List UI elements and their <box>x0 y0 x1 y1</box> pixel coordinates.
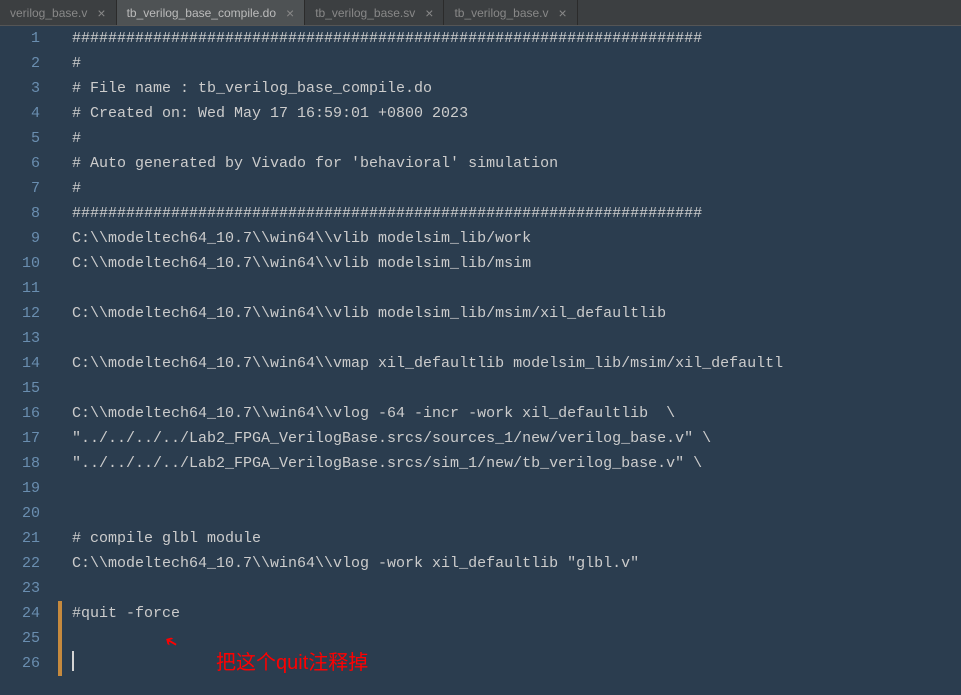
tab-compile-do[interactable]: tb_verilog_base_compile.do × <box>117 0 306 25</box>
line-number: 3 <box>0 76 40 101</box>
line-number: 8 <box>0 201 40 226</box>
close-icon[interactable]: × <box>425 5 433 21</box>
tab-label: tb_verilog_base.sv <box>315 6 415 20</box>
close-icon[interactable]: × <box>286 5 294 21</box>
code-line[interactable]: C:\\modeltech64_10.7\\win64\\vmap xil_de… <box>58 351 961 376</box>
code-line[interactable]: # Auto generated by Vivado for 'behavior… <box>58 151 961 176</box>
line-number: 20 <box>0 501 40 526</box>
tab-label: tb_verilog_base.v <box>454 6 548 20</box>
line-number: 13 <box>0 326 40 351</box>
code-line[interactable] <box>58 376 961 401</box>
line-number: 26 <box>0 651 40 676</box>
code-line[interactable]: "../../../../Lab2_FPGA_VerilogBase.srcs/… <box>58 451 961 476</box>
code-line[interactable]: # <box>58 126 961 151</box>
code-line[interactable]: C:\\modeltech64_10.7\\win64\\vlib models… <box>58 226 961 251</box>
close-icon[interactable]: × <box>97 5 105 21</box>
code-line[interactable]: C:\\modeltech64_10.7\\win64\\vlib models… <box>58 301 961 326</box>
code-line[interactable] <box>58 476 961 501</box>
code-line[interactable] <box>58 501 961 526</box>
close-icon[interactable]: × <box>559 5 567 21</box>
line-number: 24 <box>0 601 40 626</box>
line-number: 5 <box>0 126 40 151</box>
code-line[interactable]: ########################################… <box>58 201 961 226</box>
code-line[interactable]: #quit -force <box>58 601 961 626</box>
code-editor[interactable]: ########################################… <box>58 26 961 695</box>
line-number-gutter: 1 2 3 4 5 6 7 8 9 10 11 12 13 14 15 16 1… <box>0 26 58 695</box>
code-line[interactable]: "../../../../Lab2_FPGA_VerilogBase.srcs/… <box>58 426 961 451</box>
code-line[interactable]: # <box>58 176 961 201</box>
code-line[interactable]: # File name : tb_verilog_base_compile.do <box>58 76 961 101</box>
code-line[interactable] <box>58 626 961 651</box>
line-number: 14 <box>0 351 40 376</box>
code-line[interactable] <box>58 276 961 301</box>
line-number: 9 <box>0 226 40 251</box>
line-number: 25 <box>0 626 40 651</box>
code-line[interactable]: # Created on: Wed May 17 16:59:01 +0800 … <box>58 101 961 126</box>
code-line[interactable]: # <box>58 51 961 76</box>
modified-marker-icon <box>58 601 62 626</box>
line-number: 11 <box>0 276 40 301</box>
code-line[interactable]: # compile glbl module <box>58 526 961 551</box>
line-number: 16 <box>0 401 40 426</box>
code-line[interactable]: ########################################… <box>58 26 961 51</box>
code-line[interactable] <box>58 651 961 676</box>
line-number: 23 <box>0 576 40 601</box>
tab-label: verilog_base.v <box>10 6 87 20</box>
line-number: 10 <box>0 251 40 276</box>
tab-label: tb_verilog_base_compile.do <box>127 6 276 20</box>
line-number: 1 <box>0 26 40 51</box>
tab-verilog-base[interactable]: verilog_base.v × <box>0 0 117 25</box>
line-number: 4 <box>0 101 40 126</box>
line-number: 7 <box>0 176 40 201</box>
line-number: 15 <box>0 376 40 401</box>
line-number: 21 <box>0 526 40 551</box>
line-number: 18 <box>0 451 40 476</box>
line-number: 6 <box>0 151 40 176</box>
modified-marker-icon <box>58 626 62 651</box>
code-line[interactable] <box>58 576 961 601</box>
line-number: 2 <box>0 51 40 76</box>
tab-tb-verilog-base-v[interactable]: tb_verilog_base.v × <box>444 0 577 25</box>
tab-verilog-base-sv[interactable]: tb_verilog_base.sv × <box>305 0 444 25</box>
code-line[interactable]: C:\\modeltech64_10.7\\win64\\vlog -64 -i… <box>58 401 961 426</box>
line-number: 17 <box>0 426 40 451</box>
code-line[interactable]: C:\\modeltech64_10.7\\win64\\vlib models… <box>58 251 961 276</box>
text-cursor-icon <box>72 651 74 671</box>
code-line[interactable] <box>58 326 961 351</box>
code-line[interactable]: C:\\modeltech64_10.7\\win64\\vlog -work … <box>58 551 961 576</box>
tab-bar: verilog_base.v × tb_verilog_base_compile… <box>0 0 961 26</box>
modified-marker-icon <box>58 651 62 676</box>
editor-area: 1 2 3 4 5 6 7 8 9 10 11 12 13 14 15 16 1… <box>0 26 961 695</box>
line-number: 22 <box>0 551 40 576</box>
line-number: 19 <box>0 476 40 501</box>
line-number: 12 <box>0 301 40 326</box>
